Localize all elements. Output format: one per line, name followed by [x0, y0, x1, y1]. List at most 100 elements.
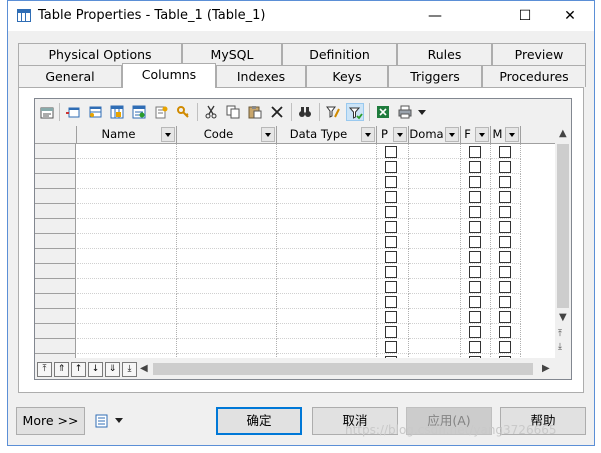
row-checkbox[interactable] — [469, 221, 481, 233]
scroll-left-icon[interactable]: ◀ — [140, 363, 148, 374]
grid-cell[interactable] — [461, 144, 491, 159]
move-page-up-button[interactable]: ⇑ — [54, 362, 69, 377]
minimize-button[interactable]: — — [412, 1, 458, 31]
row-selector[interactable] — [35, 234, 76, 249]
tab-definition[interactable]: Definition — [282, 43, 397, 65]
grid-cell[interactable] — [409, 159, 461, 174]
customize-columns-button[interactable] — [324, 103, 342, 121]
print-button[interactable] — [396, 103, 414, 121]
row-checkbox[interactable] — [469, 356, 481, 358]
grid-cell[interactable] — [409, 189, 461, 204]
grid-cell[interactable] — [277, 339, 377, 354]
row-checkbox[interactable] — [385, 161, 397, 173]
grid-cell[interactable] — [377, 189, 409, 204]
grid-cell[interactable] — [409, 354, 461, 358]
grid-cell[interactable] — [177, 264, 277, 279]
grid-cell[interactable] — [177, 294, 277, 309]
row-checkbox[interactable] — [499, 176, 511, 188]
grid-cell[interactable] — [177, 279, 277, 294]
grid-cell[interactable] — [177, 249, 277, 264]
filter-button[interactable] — [346, 103, 364, 121]
grid-cell[interactable] — [409, 234, 461, 249]
row-checkbox[interactable] — [469, 281, 481, 293]
grid-cell[interactable] — [409, 219, 461, 234]
ok-button[interactable]: 确定 — [216, 407, 302, 435]
table-row[interactable] — [35, 219, 555, 234]
grid-cell[interactable] — [461, 189, 491, 204]
chevron-down-icon[interactable] — [361, 127, 375, 142]
table-row[interactable] — [35, 354, 555, 358]
grid-cell[interactable] — [177, 309, 277, 324]
grid-cell[interactable] — [177, 144, 277, 159]
row-checkbox[interactable] — [499, 221, 511, 233]
move-page-down-button[interactable]: ⇓ — [105, 362, 120, 377]
row-checkbox[interactable] — [469, 311, 481, 323]
grid-cell[interactable] — [491, 354, 521, 358]
row-checkbox[interactable] — [499, 146, 511, 158]
row-checkbox[interactable] — [385, 221, 397, 233]
grid-cell[interactable] — [461, 324, 491, 339]
row-selector[interactable] — [35, 159, 76, 174]
row-checkbox[interactable] — [385, 266, 397, 278]
grid-cell[interactable] — [77, 294, 177, 309]
table-row[interactable] — [35, 234, 555, 249]
row-checkbox[interactable] — [469, 161, 481, 173]
row-checkbox[interactable] — [499, 326, 511, 338]
grid-cell[interactable] — [77, 309, 177, 324]
table-row[interactable] — [35, 189, 555, 204]
vertical-scrollbar[interactable]: ▲ ▼ ⤒ ⤓ — [555, 126, 571, 358]
grid-cell[interactable] — [77, 204, 177, 219]
row-checkbox[interactable] — [469, 206, 481, 218]
row-checkbox[interactable] — [469, 296, 481, 308]
grid-cell[interactable] — [77, 249, 177, 264]
grid-cell[interactable] — [491, 279, 521, 294]
row-checkbox[interactable] — [499, 356, 511, 358]
grid-cell[interactable] — [491, 339, 521, 354]
tab-columns[interactable]: Columns — [122, 63, 216, 88]
row-checkbox[interactable] — [499, 251, 511, 263]
grid-cell[interactable] — [409, 264, 461, 279]
grid-cell[interactable] — [461, 294, 491, 309]
grid-cell[interactable] — [377, 204, 409, 219]
grid-cell[interactable] — [177, 234, 277, 249]
grid-cell[interactable] — [461, 204, 491, 219]
grid-cell[interactable] — [277, 189, 377, 204]
row-selector[interactable] — [35, 219, 76, 234]
grid-cell[interactable] — [277, 204, 377, 219]
horizontal-scroll-thumb[interactable] — [153, 363, 533, 375]
grid-cell[interactable] — [409, 204, 461, 219]
delete-button[interactable] — [268, 103, 286, 121]
tab-mysql[interactable]: MySQL — [182, 43, 282, 65]
grid-cell[interactable] — [277, 234, 377, 249]
grid-cell[interactable] — [461, 354, 491, 358]
row-selector[interactable] — [35, 339, 76, 354]
table-row[interactable] — [35, 339, 555, 354]
grid-cell[interactable] — [177, 204, 277, 219]
row-selector[interactable] — [35, 204, 76, 219]
column-header-name[interactable]: Name — [77, 126, 177, 144]
row-checkbox[interactable] — [499, 296, 511, 308]
grid-cell[interactable] — [277, 174, 377, 189]
tab-preview[interactable]: Preview — [492, 43, 586, 65]
table-row[interactable] — [35, 144, 555, 159]
row-checkbox[interactable] — [385, 326, 397, 338]
row-selector[interactable] — [35, 249, 76, 264]
grid-cell[interactable] — [377, 264, 409, 279]
grid-cell[interactable] — [177, 219, 277, 234]
grid-cell[interactable] — [277, 219, 377, 234]
cut-button[interactable] — [202, 103, 220, 121]
grid-cell[interactable] — [461, 234, 491, 249]
column-header-foreign[interactable]: F — [461, 126, 491, 144]
row-checkbox[interactable] — [499, 281, 511, 293]
row-checkbox[interactable] — [385, 311, 397, 323]
column-header-domain[interactable]: Doma — [409, 126, 461, 144]
row-checkbox[interactable] — [385, 341, 397, 353]
move-top-button[interactable]: ⤒ — [37, 362, 52, 377]
grid-cell[interactable] — [409, 339, 461, 354]
column-header-data-type[interactable]: Data Type — [277, 126, 377, 144]
key-button[interactable] — [174, 103, 192, 121]
grid-cell[interactable] — [491, 309, 521, 324]
row-checkbox[interactable] — [385, 146, 397, 158]
copy-button[interactable] — [224, 103, 242, 121]
add-row-button[interactable] — [64, 103, 82, 121]
